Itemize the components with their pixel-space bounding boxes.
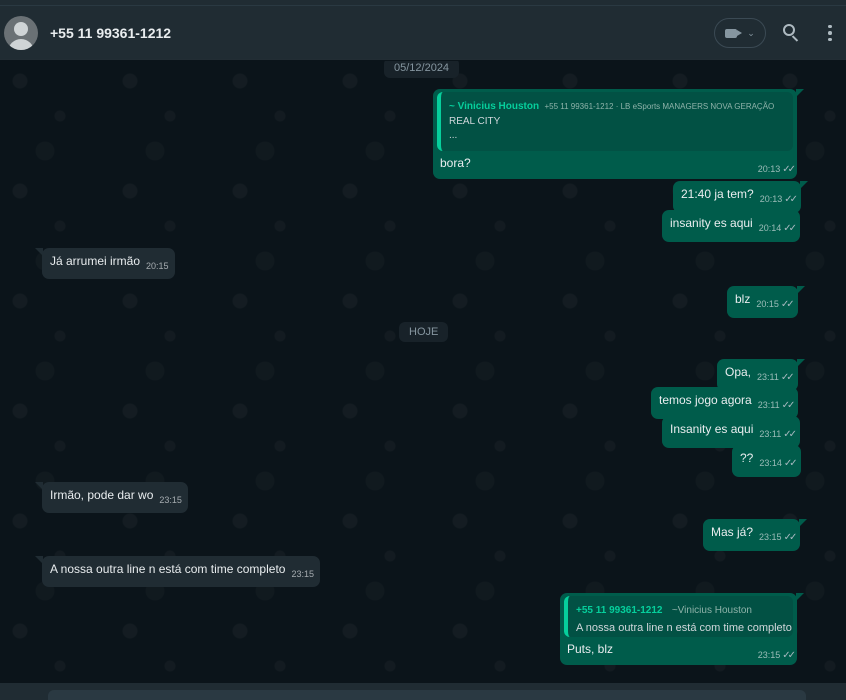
- message-bubble-outgoing[interactable]: 21:40 ja tem? 20:13 ✓✓: [673, 181, 809, 213]
- double-check-icon: ✓✓: [783, 532, 798, 543]
- message-bubble-incoming[interactable]: Irmão, pode dar wo 23:15: [35, 482, 188, 513]
- quoted-text: ...: [449, 130, 458, 141]
- chat-header: +55 11 99361-1212 ⌄: [0, 6, 846, 60]
- message-time: 23:15: [757, 650, 781, 660]
- date-chip: 05/12/2024: [384, 61, 460, 78]
- message-bubble-outgoing[interactable]: temos jogo agora 23:11 ✓✓: [651, 387, 799, 419]
- quoted-subtitle: +55 11 99361-1212 · LB eSports MANAGERS …: [544, 102, 775, 111]
- message-bubble-outgoing[interactable]: blz 20:15 ✓✓: [727, 286, 805, 318]
- double-check-icon: ✓✓: [783, 223, 797, 234]
- message-time: 20:14: [758, 223, 782, 233]
- message-text: Irmão, pode dar wo: [50, 488, 154, 502]
- message-bubble-outgoing[interactable]: Insanity es aqui 23:11 ✓✓: [662, 416, 801, 448]
- message-time: 23:11: [757, 372, 779, 382]
- message-time: 20:13: [757, 164, 781, 174]
- quoted-text: A nossa outra line n está com time compl…: [576, 622, 792, 634]
- message-text: 21:40 ja tem?: [681, 187, 754, 201]
- message-time: 23:11: [759, 429, 782, 439]
- menu-icon[interactable]: [820, 22, 840, 44]
- avatar-icon[interactable]: [4, 15, 38, 50]
- double-check-icon: ✓✓: [780, 299, 795, 310]
- message-text: insanity es aqui: [670, 216, 753, 230]
- double-check-icon: ✓✓: [782, 164, 796, 175]
- message-bubble-incoming[interactable]: A nossa outra line n está com time compl…: [35, 556, 320, 587]
- quoted-message[interactable]: ~ Vinicius Houston +55 11 99361-1212 · L…: [437, 92, 793, 151]
- contact-name[interactable]: +55 11 99361-1212: [50, 25, 171, 41]
- double-check-icon: ✓✓: [782, 650, 796, 661]
- message-text: Já arrumei irmão: [50, 254, 141, 268]
- message-text: Puts, blz: [567, 642, 614, 656]
- quoted-subtitle: ~Vinicius Houston: [671, 605, 752, 616]
- message-bubble-outgoing[interactable]: ~ Vinicius Houston +55 11 99361-1212 · L…: [433, 89, 804, 179]
- date-chip: HOJE: [399, 322, 449, 342]
- message-bubble-outgoing[interactable]: insanity es aqui 20:14 ✓✓: [662, 210, 801, 242]
- message-time: 23:15: [291, 569, 314, 579]
- message-bubble-outgoing[interactable]: Mas já? 23:15 ✓✓: [703, 519, 808, 551]
- message-time: 20:13: [759, 194, 783, 204]
- chat-panel[interactable]: 05/12/2024 ~ Vinicius Houston +55 11 993…: [0, 61, 846, 683]
- quoted-message[interactable]: +55 11 99361-1212 ~Vinicius Houston A no…: [564, 596, 793, 637]
- message-text: Opa,: [725, 365, 752, 379]
- message-bubble-outgoing[interactable]: ?? 23:14 ✓✓: [732, 445, 801, 477]
- message-bubble-incoming[interactable]: Já arrumei irmão 20:15: [35, 248, 175, 279]
- message-time: 23:15: [159, 495, 182, 505]
- double-check-icon: ✓✓: [784, 194, 798, 205]
- message-text: ??: [740, 451, 754, 465]
- message-time: 20:15: [146, 261, 169, 271]
- message-text: bora?: [440, 156, 471, 170]
- video-call-icon: [725, 28, 743, 38]
- message-text: blz: [735, 292, 751, 306]
- message-time: 23:11: [757, 400, 780, 410]
- message-text: Insanity es aqui: [670, 422, 754, 436]
- header-actions: ⌄: [714, 6, 846, 60]
- double-check-icon: ✓✓: [780, 372, 795, 383]
- search-icon[interactable]: [780, 22, 802, 44]
- message-time: 23:15: [759, 532, 782, 542]
- message-time: 20:15: [756, 299, 779, 309]
- double-check-icon: ✓✓: [783, 458, 798, 469]
- video-call-button[interactable]: ⌄: [714, 18, 766, 48]
- quoted-author: ~ Vinicius Houston: [449, 101, 540, 112]
- message-bubble-outgoing[interactable]: +55 11 99361-1212 ~Vinicius Houston A no…: [560, 593, 804, 665]
- message-input[interactable]: [48, 690, 806, 700]
- chevron-down-icon: ⌄: [747, 27, 755, 38]
- message-text: A nossa outra line n está com time compl…: [50, 562, 286, 576]
- double-check-icon: ✓✓: [783, 429, 797, 440]
- message-text: Mas já?: [711, 525, 754, 539]
- double-check-icon: ✓✓: [781, 400, 796, 411]
- quoted-author: +55 11 99361-1212: [576, 605, 663, 616]
- quoted-text: REAL CITY: [449, 116, 501, 127]
- message-text: temos jogo agora: [659, 393, 752, 407]
- message-time: 23:14: [759, 458, 782, 468]
